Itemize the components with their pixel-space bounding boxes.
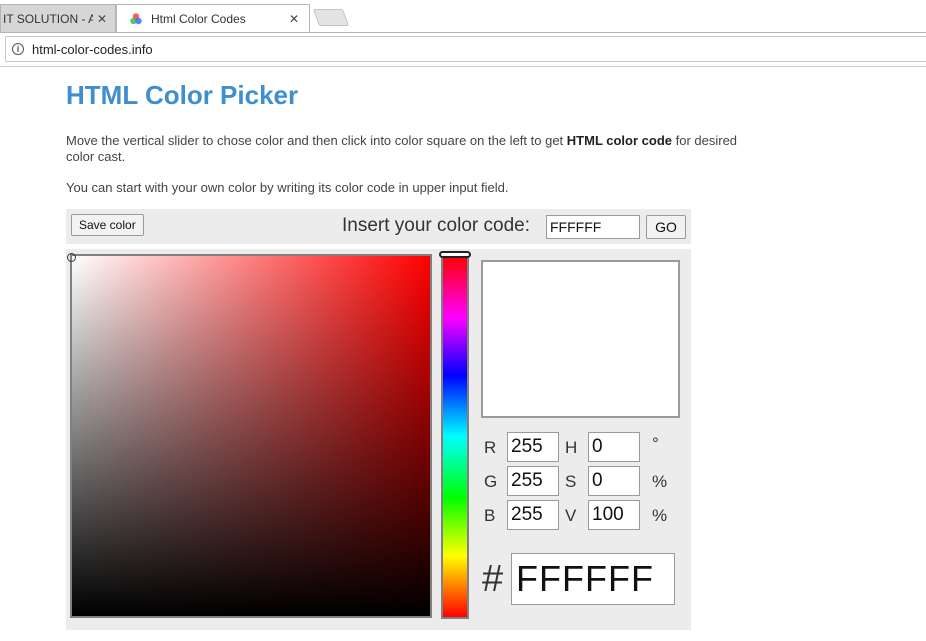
url-text: html-color-codes.info — [32, 41, 153, 57]
insert-code-label: Insert your color code: — [342, 215, 530, 236]
go-button[interactable]: GO — [646, 215, 686, 239]
label-s: S — [565, 472, 577, 491]
divider — [0, 66, 926, 67]
label-g: G — [484, 472, 498, 491]
url-field[interactable]: i html-color-codes.info — [5, 36, 926, 62]
unit-h: ° — [652, 434, 659, 453]
value-field[interactable]: 100 — [588, 500, 640, 530]
hue-slider[interactable] — [441, 254, 469, 619]
saturation-value-square[interactable] — [70, 254, 432, 618]
intro-part-1: Move the vertical slider to chose color … — [66, 133, 567, 148]
color-preview — [481, 260, 680, 418]
intro-text-2: You can start with your own color by wri… — [66, 180, 509, 195]
hue-slider-handle[interactable] — [439, 251, 471, 258]
hex-output-field[interactable]: FFFFFF — [511, 553, 675, 605]
save-color-button[interactable]: Save color — [71, 214, 144, 236]
label-r: R — [484, 438, 497, 457]
color-picker-panel: R 255 H 0 ° G 255 S 0 % B 255 V 100 % # … — [66, 249, 691, 630]
label-h: H — [565, 438, 578, 457]
label-v: V — [565, 506, 577, 525]
tab-title: Html Color Codes — [151, 12, 246, 26]
address-bar: i html-color-codes.info — [0, 33, 926, 66]
hash-symbol: # — [482, 558, 504, 600]
red-field[interactable]: 255 — [507, 432, 559, 462]
intro-bold: HTML color code — [566, 133, 672, 148]
close-icon[interactable]: ✕ — [289, 12, 299, 26]
page-title: HTML Color Picker — [66, 80, 299, 110]
unit-s: % — [652, 472, 668, 491]
blue-field[interactable]: 255 — [507, 500, 559, 530]
unit-v: % — [652, 506, 668, 525]
label-b: B — [484, 506, 496, 525]
intro-text: Move the vertical slider to chose color … — [66, 133, 766, 165]
info-icon[interactable]: i — [12, 43, 24, 55]
browser-tab-strip: IT SOLUTION - A ✕ Html Color Codes ✕ — [0, 0, 926, 33]
picker-toolbar: Save color Insert your color code: GO — [66, 209, 691, 244]
close-icon[interactable]: ✕ — [97, 12, 107, 26]
tab-it-solution[interactable]: IT SOLUTION - A ✕ — [0, 4, 116, 33]
green-field[interactable]: 255 — [507, 466, 559, 496]
color-code-input[interactable] — [546, 215, 640, 239]
square-cursor[interactable] — [67, 253, 76, 262]
hue-field[interactable]: 0 — [588, 432, 640, 462]
new-tab-button[interactable] — [312, 9, 350, 26]
tab-title: IT SOLUTION - A — [3, 12, 93, 26]
color-wheel-icon — [130, 13, 142, 25]
saturation-field[interactable]: 0 — [588, 466, 640, 496]
tab-html-color-codes[interactable]: Html Color Codes ✕ — [116, 4, 310, 33]
